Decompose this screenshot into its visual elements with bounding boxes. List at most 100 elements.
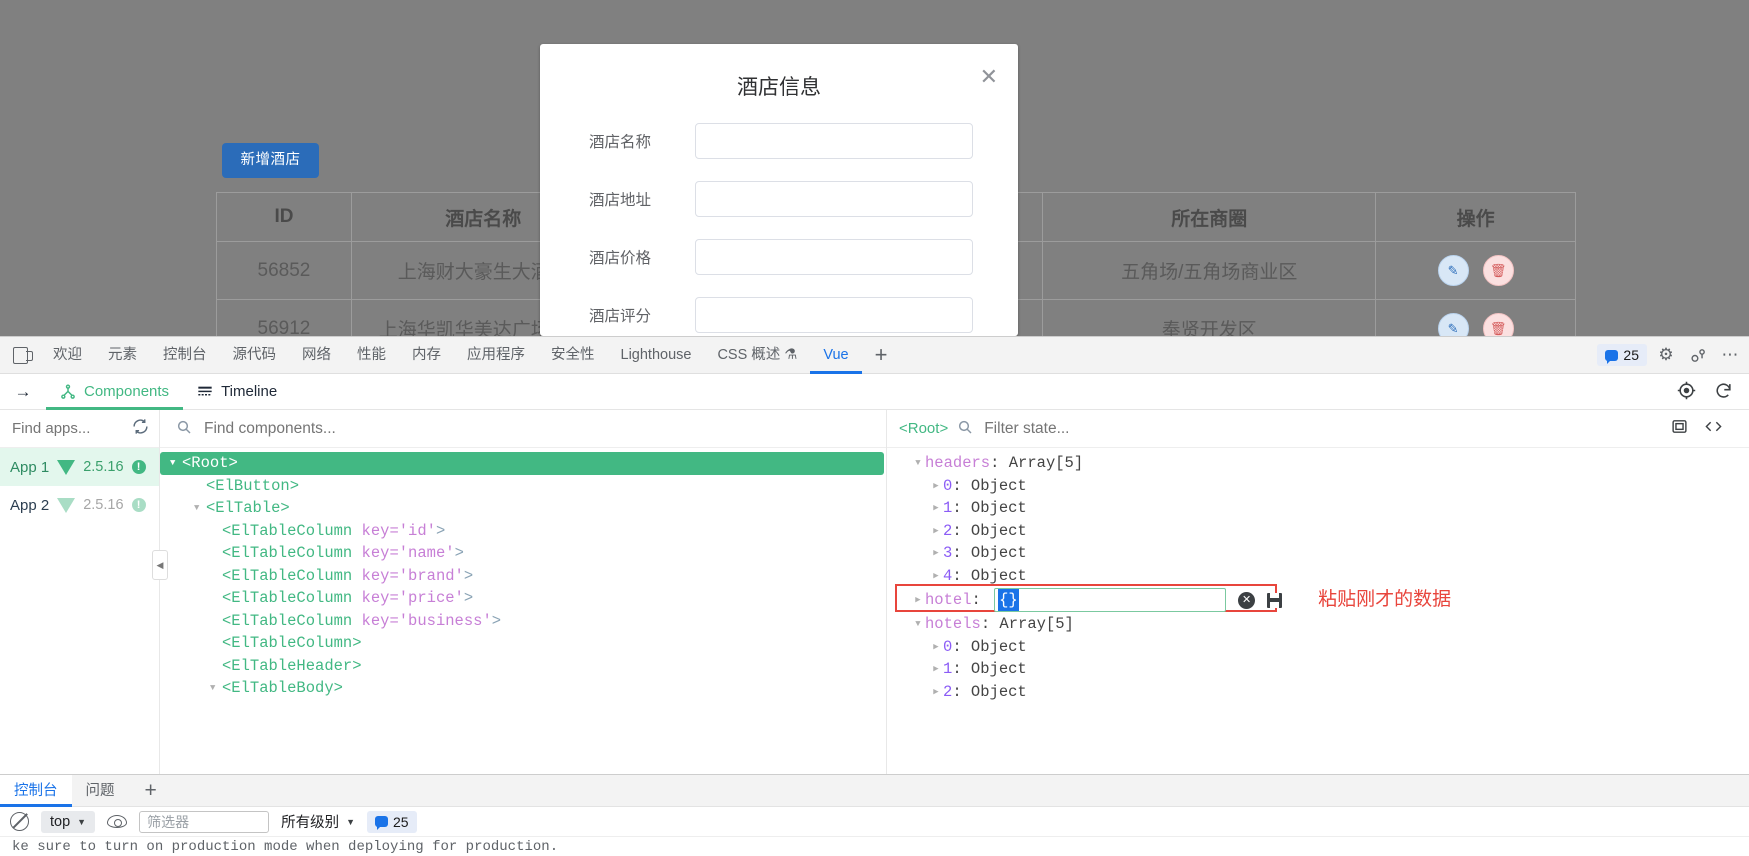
- state-value: Object: [970, 476, 1027, 495]
- collapse-left-icon[interactable]: ◀: [152, 550, 168, 580]
- trash-icon[interactable]: 🗑: [1482, 313, 1514, 336]
- gear-icon[interactable]: ⚙: [1653, 342, 1679, 368]
- tab-timeline[interactable]: Timeline: [183, 374, 291, 410]
- tree-node-elbutton[interactable]: <ElButton>: [160, 475, 886, 498]
- clear-console-icon[interactable]: [10, 812, 29, 831]
- add-tab-button[interactable]: +: [862, 338, 901, 372]
- tab-console[interactable]: 控制台: [150, 337, 220, 374]
- chevron-down-icon: ▼: [77, 816, 87, 827]
- pencil-icon[interactable]: ✎: [1437, 255, 1469, 286]
- tree-node-close: >: [463, 589, 474, 607]
- tree-node-root[interactable]: ▼ <Root>: [160, 452, 884, 475]
- chevron-right-icon[interactable]: ▶: [929, 658, 943, 681]
- save-icon[interactable]: [1267, 592, 1283, 608]
- arrow-right-icon[interactable]: →: [0, 382, 46, 402]
- chevron-right-icon[interactable]: ▶: [911, 589, 925, 612]
- message-bubble-icon: [375, 816, 389, 830]
- tree-node-eltablecolumn[interactable]: <ElTableColumn>: [160, 632, 886, 655]
- tab-welcome[interactable]: 欢迎: [40, 337, 95, 374]
- tree-node-eltablecolumn-name[interactable]: <ElTableColumn key='name'>: [160, 542, 886, 565]
- state-entry-headers-1[interactable]: ▶ 1: Object: [887, 497, 1749, 520]
- tab-vue[interactable]: Vue: [810, 337, 861, 374]
- chevron-down-icon[interactable]: ▼: [911, 452, 925, 475]
- chevron-down-icon: ▼: [346, 816, 356, 827]
- hotel-address-input[interactable]: [695, 181, 973, 217]
- chevron-down-icon[interactable]: ▼: [194, 497, 206, 520]
- console-message-badge[interactable]: 25: [1597, 344, 1647, 366]
- pencil-icon[interactable]: ✎: [1437, 313, 1469, 336]
- hotel-name-input[interactable]: [695, 123, 973, 159]
- tree-node-eltablecolumn-brand[interactable]: <ElTableColumn key='brand'>: [160, 565, 886, 588]
- chevron-right-icon[interactable]: ▶: [929, 636, 943, 659]
- customize-icon[interactable]: [1685, 342, 1711, 368]
- state-entry-headers-0[interactable]: ▶ 0: Object: [887, 475, 1749, 498]
- refresh-icon[interactable]: [132, 418, 149, 440]
- column-header-id[interactable]: ID: [217, 193, 352, 241]
- tab-memory[interactable]: 内存: [399, 337, 454, 374]
- warning-icon[interactable]: !: [131, 460, 146, 474]
- tab-security[interactable]: 安全性: [538, 337, 608, 374]
- live-expression-icon[interactable]: [107, 815, 128, 828]
- console-drawer: 控制台 问题 + top ▼ 筛选器 所有级别 ▼ 25 ke sure to …: [0, 774, 1749, 856]
- find-apps-input[interactable]: [10, 419, 132, 438]
- trash-icon[interactable]: 🗑: [1482, 255, 1514, 286]
- filter-state-input[interactable]: [982, 418, 1662, 439]
- hotel-price-input[interactable]: [695, 239, 973, 275]
- chevron-right-icon[interactable]: ▶: [929, 475, 943, 498]
- chevron-down-icon[interactable]: ▼: [210, 677, 222, 700]
- target-icon[interactable]: [1677, 381, 1696, 403]
- state-entry-headers-3[interactable]: ▶ 3: Object: [887, 542, 1749, 565]
- tree-node-eltablecolumn-id[interactable]: <ElTableColumn key='id'>: [160, 520, 886, 543]
- tab-application[interactable]: 应用程序: [454, 337, 538, 374]
- add-hotel-button[interactable]: 新增酒店: [222, 143, 319, 178]
- state-entry-hotels-0[interactable]: ▶ 0: Object: [887, 636, 1749, 659]
- chevron-right-icon[interactable]: ▶: [929, 497, 943, 520]
- tab-components[interactable]: Components: [46, 374, 183, 410]
- tab-performance[interactable]: 性能: [344, 337, 399, 374]
- state-entry-hotels[interactable]: ▼ hotels: Array[5]: [887, 613, 1749, 636]
- tree-node-eltablecolumn-business[interactable]: <ElTableColumn key='business'>: [160, 610, 886, 633]
- chevron-right-icon[interactable]: ▶: [929, 520, 943, 543]
- drawer-message-badge[interactable]: 25: [367, 810, 417, 833]
- chevron-right-icon[interactable]: ▶: [929, 542, 943, 565]
- state-entry-hotel[interactable]: ▶ hotel: {} ✕ 粘贴刚才的数据: [887, 584, 1749, 613]
- find-components-input[interactable]: [202, 418, 870, 439]
- state-value-editor[interactable]: {}: [994, 588, 1227, 612]
- tab-network[interactable]: 网络: [289, 337, 344, 374]
- refresh-icon[interactable]: [1714, 381, 1733, 403]
- more-options-icon[interactable]: ⋯: [1717, 342, 1743, 368]
- tree-node-eltablebody[interactable]: ▼ <ElTableBody>: [160, 677, 886, 700]
- drawer-tab-issues[interactable]: 问题: [72, 775, 129, 807]
- app-item-1[interactable]: App 1 2.5.16 !: [0, 448, 159, 486]
- app-item-2[interactable]: App 2 2.5.16 !: [0, 486, 159, 524]
- warning-icon[interactable]: !: [131, 498, 146, 512]
- tab-css-overview[interactable]: CSS 概述 ⚗: [704, 337, 810, 374]
- tree-node-eltableheader[interactable]: <ElTableHeader>: [160, 655, 886, 678]
- tab-lighthouse[interactable]: Lighthouse: [608, 337, 705, 374]
- dock-position-icon[interactable]: [0, 346, 40, 364]
- state-entry-headers[interactable]: ▼ headers: Array[5]: [887, 452, 1749, 475]
- state-entry-headers-2[interactable]: ▶ 2: Object: [887, 520, 1749, 543]
- tab-sources[interactable]: 源代码: [220, 337, 290, 374]
- screenshot-icon[interactable]: [1671, 418, 1688, 439]
- drawer-tab-console[interactable]: 控制台: [0, 774, 72, 807]
- hotel-score-input[interactable]: [695, 297, 973, 333]
- column-header-business[interactable]: 所在商圈: [1043, 193, 1377, 241]
- code-icon[interactable]: [1704, 418, 1723, 439]
- log-level-selector[interactable]: 所有级别 ▼: [281, 811, 355, 832]
- close-icon[interactable]: ✕: [980, 66, 998, 88]
- tree-node-eltablecolumn-price[interactable]: <ElTableColumn key='price'>: [160, 587, 886, 610]
- tab-elements[interactable]: 元素: [95, 337, 150, 374]
- chevron-down-icon[interactable]: ▼: [170, 452, 182, 475]
- state-search-bar: <Root>: [887, 410, 1749, 448]
- cancel-icon[interactable]: ✕: [1238, 591, 1256, 609]
- chevron-down-icon[interactable]: ▼: [911, 613, 925, 636]
- chevron-right-icon[interactable]: ▶: [929, 681, 943, 704]
- state-entry-hotels-1[interactable]: ▶ 1: Object: [887, 658, 1749, 681]
- drawer-add-tab-button[interactable]: +: [129, 776, 173, 805]
- console-filter-input[interactable]: 筛选器: [139, 810, 270, 833]
- execution-context-selector[interactable]: top ▼: [41, 810, 96, 833]
- tree-node-eltable[interactable]: ▼ <ElTable>: [160, 497, 886, 520]
- state-entry-hotels-2[interactable]: ▶ 2: Object: [887, 681, 1749, 704]
- log-level-label: 所有级别: [281, 815, 340, 831]
